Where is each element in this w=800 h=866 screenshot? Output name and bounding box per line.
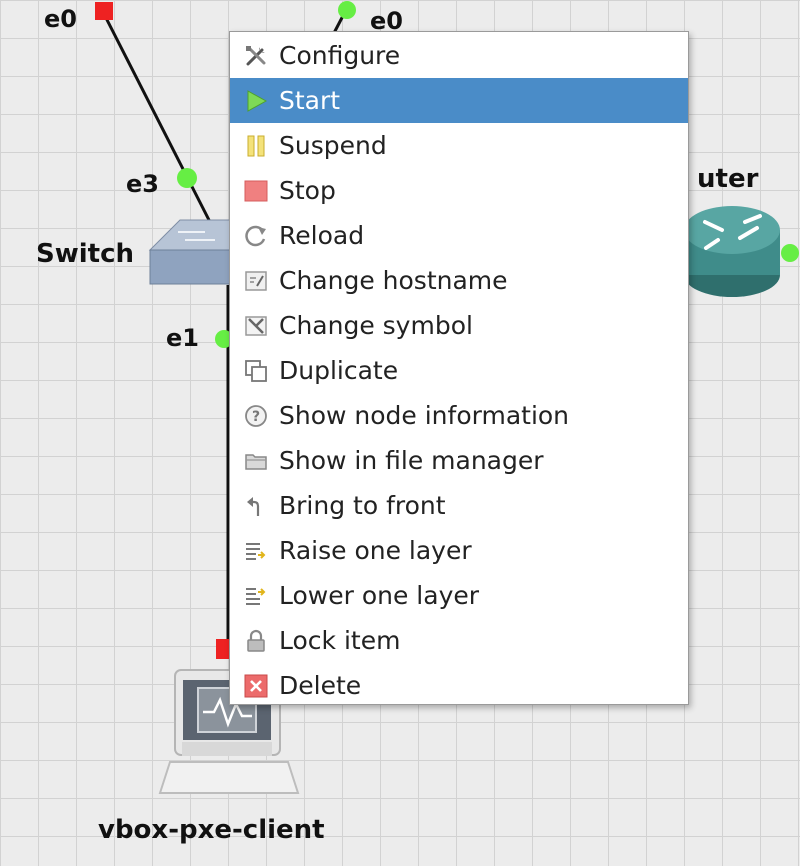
menu-item-raise-one-layer[interactable]: Raise one layer [230,528,688,573]
pause-icon [243,133,269,159]
menu-item-label: Configure [279,41,401,70]
info-icon: ? [243,403,269,429]
menu-item-suspend[interactable]: Suspend [230,123,688,168]
port-started-indicator [781,244,799,262]
menu-item-configure[interactable]: Configure [230,33,688,78]
bring-to-front-icon [243,493,269,519]
wrench-screwdriver-icon [243,43,269,69]
menu-item-change-symbol[interactable]: Change symbol [230,303,688,348]
menu-item-stop[interactable]: Stop [230,168,688,213]
port-stopped-indicator [216,639,229,659]
lower-layer-icon [243,583,269,609]
menu-item-label: Duplicate [279,356,399,385]
menu-item-reload[interactable]: Reload [230,213,688,258]
play-icon [243,88,269,114]
menu-item-label: Reload [279,221,365,250]
menu-item-label: Lock item [279,626,401,655]
port-label-e1: e1 [166,324,199,352]
menu-item-label: Raise one layer [279,536,472,565]
port-started-indicator [338,1,356,19]
menu-item-lower-one-layer[interactable]: Lower one layer [230,573,688,618]
menu-item-label: Show in file manager [279,446,544,475]
folder-icon [243,448,269,474]
duplicate-icon [243,358,269,384]
menu-item-bring-to-front[interactable]: Bring to front [230,483,688,528]
menu-item-label: Stop [279,176,336,205]
menu-item-label: Start [279,86,341,115]
switch-node-label: Switch [36,239,135,269]
node-context-menu: Configure Start Suspend Stop Reload Chan… [229,31,689,705]
menu-item-label: Bring to front [279,491,446,520]
reload-icon [243,223,269,249]
port-started-indicator [177,168,197,188]
switch-icon[interactable] [148,219,241,285]
delete-icon [243,673,269,699]
menu-item-label: Show node information [279,401,570,430]
symbol-icon [243,313,269,339]
menu-item-show-node-information[interactable]: ? Show node information [230,393,688,438]
menu-item-change-hostname[interactable]: Change hostname [230,258,688,303]
port-stopped-indicator [95,2,113,20]
menu-item-label: Change symbol [279,311,473,340]
menu-item-delete[interactable]: Delete [230,663,688,708]
menu-item-duplicate[interactable]: Duplicate [230,348,688,393]
client-node-label: vbox-pxe-client [98,815,325,845]
stop-icon [243,178,269,204]
menu-item-lock-item[interactable]: Lock item [230,618,688,663]
menu-item-label: Delete [279,671,362,700]
svg-text:?: ? [252,409,260,425]
menu-item-start[interactable]: Start [230,78,688,123]
menu-item-label: Change hostname [279,266,508,295]
menu-item-show-in-file-manager[interactable]: Show in file manager [230,438,688,483]
port-label-e0-switch: e0 [44,5,77,33]
router-icon[interactable] [684,206,780,297]
router-node-label: uter [697,164,759,194]
port-label-e3: e3 [126,170,159,198]
menu-item-label: Lower one layer [279,581,480,610]
menu-item-label: Suspend [279,131,387,160]
lock-icon [243,628,269,654]
raise-layer-icon [243,538,269,564]
rename-icon [243,268,269,294]
